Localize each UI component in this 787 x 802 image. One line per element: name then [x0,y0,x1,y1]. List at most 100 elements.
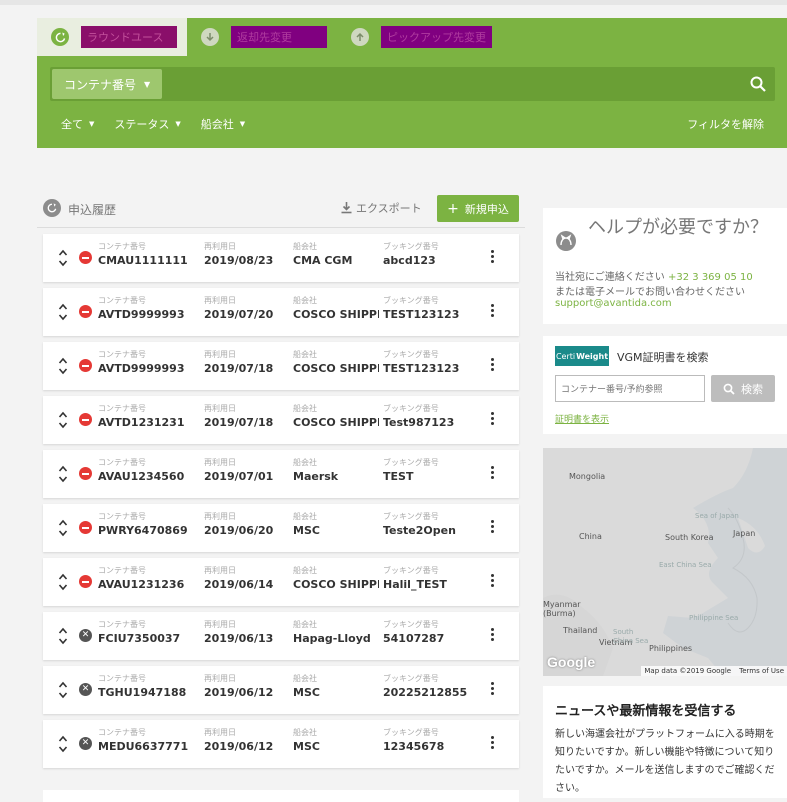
sort-handle-icon[interactable] [58,464,68,484]
error-status-icon [79,467,92,480]
more-options-icon[interactable] [489,466,495,482]
carrier-name: COSCO SHIPPI... [293,416,379,429]
vgm-search-input[interactable] [555,375,705,402]
map-sea-label: South China Sea [613,628,649,645]
column-label: コンテナ番号 [98,350,146,359]
column-label: コンテナ番号 [98,296,146,305]
date-cell: 再利用日 2019/06/14 [204,566,273,591]
tab-label: 返却先変更 [231,26,327,48]
error-status-icon [79,305,92,318]
carrier-name: COSCO SHIPPI... [293,308,379,321]
column-label: 再利用日 [204,242,236,251]
filter-carrier[interactable]: 船会社 ▼ [201,116,245,132]
logo-part: Certi [555,351,576,361]
sort-handle-icon[interactable] [58,518,68,538]
list-item[interactable] [43,790,519,802]
container-number: FCIU7350037 [98,632,181,645]
mode-tabs: ラウンドユース 返却先変更 ピックアップ先変更 [37,18,502,56]
list-item[interactable]: コンテナ番号 PWRY6470869 再利用日 2019/06/20 船会社 MSC ブッキ… [43,504,519,552]
export-button[interactable]: エクスポート [341,200,422,216]
more-options-icon[interactable] [489,412,495,428]
tab-pickup-change[interactable]: ピックアップ先変更 [337,18,502,56]
column-label: 再利用日 [204,350,236,359]
column-label: ブッキング番号 [383,512,439,521]
sort-handle-icon[interactable] [58,410,68,430]
column-label: 船会社 [293,512,317,521]
carrier-cell: 船会社 Hapag-Lloyd [293,620,379,645]
map-label: Japan [733,529,756,538]
more-options-icon[interactable] [489,250,495,266]
more-options-icon[interactable] [489,358,495,374]
column-label: コンテナ番号 [98,458,146,467]
more-options-icon[interactable] [489,628,495,644]
sort-handle-icon[interactable] [58,626,68,646]
column-label: コンテナ番号 [98,404,146,413]
list-item[interactable]: コンテナ番号 AVTD1231231 再利用日 2019/07/18 船会社 COSCO … [43,396,519,444]
column-label: コンテナ番号 [98,242,146,251]
container-cell: コンテナ番号 FCIU7350037 [98,620,180,645]
more-options-icon[interactable] [489,736,495,752]
vgm-title: VGM証明書を検索 [617,351,709,364]
vgm-search-label: 検索 [741,382,763,396]
search-input[interactable] [166,69,726,99]
map-label: Myanmar (Burma) [543,600,581,618]
sort-handle-icon[interactable] [58,302,68,322]
tab-round-use[interactable]: ラウンドユース [37,18,187,56]
carrier-cell: 船会社 MSC [293,512,379,537]
list-item[interactable]: ✕ コンテナ番号 MEDU6637771 再利用日 2019/06/12 船会社 MSC ブッ… [43,720,519,768]
column-label: ブッキング番号 [383,674,439,683]
column-label: ブッキング番号 [383,350,439,359]
more-options-icon[interactable] [489,682,495,698]
filter-all[interactable]: 全て ▼ [61,116,94,132]
error-status-icon [79,359,92,372]
container-cell: コンテナ番号 TGHU1947188 [98,674,186,699]
show-certificate-link[interactable]: 証明書を表示 [555,412,609,425]
container-number: AVAU1231236 [98,578,185,591]
filter-status[interactable]: ステータス ▼ [114,116,180,132]
new-application-button[interactable]: + 新規申込 [437,195,519,222]
container-number: AVTD1231231 [98,416,185,429]
map[interactable]: Mongolia China South Korea Japan Myanmar… [543,448,787,676]
container-number: AVTD9999993 [98,308,185,321]
logo-part: Weight [576,351,609,361]
reuse-date: 2019/07/18 [204,416,274,429]
sort-handle-icon[interactable] [58,248,68,268]
booking-number: TEST123123 [383,308,460,321]
carrier-name: MSC [293,524,320,537]
vgm-search-button[interactable]: 検索 [711,375,775,402]
sort-handle-icon[interactable] [58,680,68,700]
list-item[interactable]: ✕ コンテナ番号 TGHU1947188 再利用日 2019/06/12 船会社 MSC ブッ… [43,666,519,714]
tab-return-change[interactable]: 返却先変更 [187,18,337,56]
date-cell: 再利用日 2019/06/12 [204,674,273,699]
list-item[interactable]: コンテナ番号 CMAU1111111 再利用日 2019/08/23 船会社 CMA CG… [43,234,519,282]
column-label: 船会社 [293,566,317,575]
caret-down-icon: ▼ [175,120,181,128]
sort-handle-icon[interactable] [58,734,68,754]
carrier-name: COSCO SHIPPI... [293,362,379,375]
cancelled-status-icon: ✕ [79,683,92,696]
list-item[interactable]: コンテナ番号 AVAU1234560 再利用日 2019/07/01 船会社 Maersk… [43,450,519,498]
clear-filters-link[interactable]: フィルタを解除 [687,116,764,132]
list-item[interactable]: ✕ コンテナ番号 FCIU7350037 再利用日 2019/06/13 船会社 Hapag… [43,612,519,660]
sort-handle-icon[interactable] [58,356,68,376]
map-data-credit: Map data ©2019 Google [644,667,732,675]
list-item[interactable]: コンテナ番号 AVTD9999993 再利用日 2019/07/18 船会社 COSCO … [43,342,519,390]
sort-handle-icon[interactable] [58,572,68,592]
column-label: ブッキング番号 [383,458,439,467]
more-options-icon[interactable] [489,520,495,536]
list-item[interactable]: コンテナ番号 AVAU1231236 再利用日 2019/06/14 船会社 COSCO … [43,558,519,606]
terms-of-use-link[interactable]: Terms of Use [739,667,784,675]
search-bar: コンテナ番号 ▼ [50,67,775,101]
help-phone[interactable]: +32 3 369 05 10 [668,272,753,283]
search-icon[interactable] [749,75,767,93]
news-title: ニュースや最新情報を受信する [555,704,737,719]
reuse-date: 2019/06/12 [204,740,274,753]
search-field-dropdown[interactable]: コンテナ番号 ▼ [52,69,162,99]
more-options-icon[interactable] [489,304,495,320]
list-item[interactable]: コンテナ番号 AVTD9999993 再利用日 2019/07/20 船会社 COSCO … [43,288,519,336]
more-options-icon[interactable] [489,574,495,590]
column-label: コンテナ番号 [98,512,146,521]
help-email-link[interactable]: support@avantida.com [555,298,672,309]
column-label: 船会社 [293,296,317,305]
column-label: 船会社 [293,458,317,467]
